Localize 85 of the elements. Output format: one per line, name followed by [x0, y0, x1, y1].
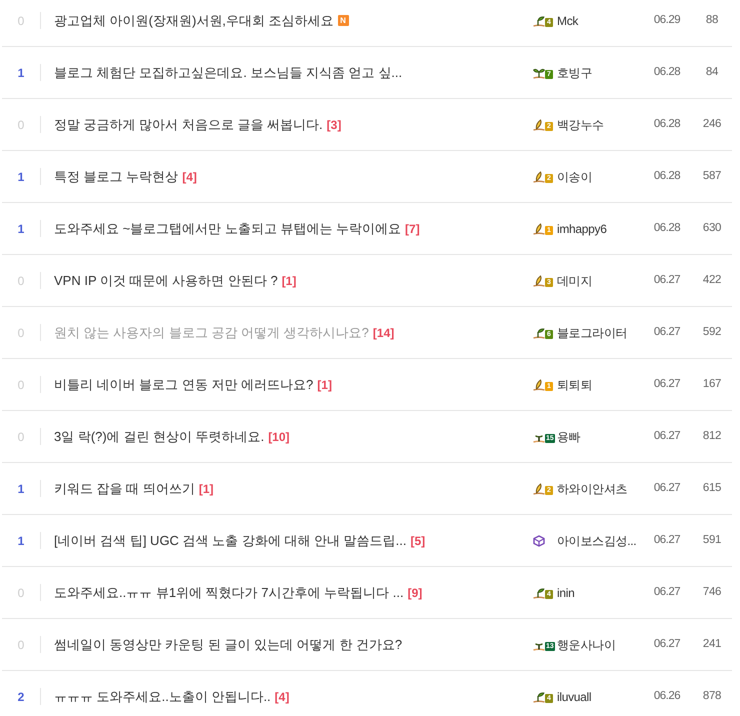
author-name[interactable]: 백강누수: [557, 116, 604, 134]
author-name[interactable]: iluvuall: [557, 688, 592, 706]
post-title[interactable]: ㅠㅠㅠ 도와주세요..노출이 안됩니다..: [54, 686, 271, 706]
author-name[interactable]: 하와이안셔츠: [557, 480, 628, 498]
author-name[interactable]: imhappy6: [557, 220, 607, 238]
post-title[interactable]: VPN IP 이것 때문에 사용하면 안된다 ?: [54, 270, 278, 290]
post-date: 06.27: [654, 324, 680, 340]
view-count: 630: [702, 220, 722, 236]
comment-count[interactable]: [10]: [268, 428, 290, 446]
comment-count[interactable]: [7]: [405, 220, 420, 238]
post-date: 06.29: [654, 12, 680, 28]
seed-icon: [533, 170, 545, 182]
comment-count[interactable]: [5]: [410, 532, 426, 550]
post-title[interactable]: 도와주세요 ~블로그탭에서만 노출되고 뷰탭에는 누락이에요: [54, 218, 402, 238]
post-date: 06.27: [654, 428, 680, 444]
view-count: 615: [702, 480, 722, 496]
post-date: 06.27: [654, 636, 680, 652]
sprout-icon: [533, 66, 545, 78]
like-count: 1: [18, 532, 24, 550]
post-date: 06.27: [654, 532, 680, 548]
author-name[interactable]: 호빙구: [557, 64, 592, 82]
post-title[interactable]: 특정 블로그 누락현상: [54, 166, 178, 186]
post-date: 06.26: [654, 688, 680, 704]
comment-count[interactable]: [1]: [282, 272, 296, 290]
post-date: 06.28: [654, 168, 680, 184]
comment-count[interactable]: [4]: [274, 688, 290, 706]
author-name[interactable]: 이송이: [557, 168, 592, 186]
post-title[interactable]: [네이버 검색 팁] UGC 검색 노출 강화에 대해 안내 말씀드립...: [54, 530, 406, 550]
seed-icon: [533, 482, 545, 494]
author-name[interactable]: 퇴퇴퇴: [557, 376, 592, 394]
post-title[interactable]: 블로그 체험단 모집하고싶은데요. 보스님들 지식좀 얻고 싶...: [54, 62, 402, 82]
seed-icon: [533, 378, 545, 390]
post-date: 06.27: [654, 376, 680, 392]
post-title[interactable]: 도와주세요..ㅠㅠ 뷰1위에 찍혔다가 7시간후에 누락됩니다 ...: [54, 582, 404, 602]
author-name[interactable]: Mck: [557, 12, 578, 30]
post-date: 06.28: [654, 64, 680, 80]
view-count: 746: [702, 584, 722, 600]
post-title[interactable]: 비틀리 네이버 블로그 연동 저만 에러뜨나요?: [54, 374, 314, 394]
view-count: 84: [706, 64, 718, 80]
sprout-icon: [533, 690, 545, 702]
like-count: 2: [18, 688, 24, 706]
post-date: 06.28: [654, 116, 680, 132]
post-date: 06.27: [654, 584, 680, 600]
view-count: 246: [702, 116, 722, 132]
comment-count[interactable]: [3]: [326, 116, 342, 134]
sprout-icon: [533, 14, 545, 26]
view-count: 591: [702, 532, 722, 548]
post-date: 06.27: [654, 480, 680, 496]
comment-count[interactable]: [9]: [408, 584, 422, 602]
post-title[interactable]: 키워드 잡을 때 띄어쓰기: [54, 478, 195, 498]
view-count: 878: [702, 688, 722, 704]
like-count: 1: [18, 168, 24, 186]
like-count: 1: [18, 480, 24, 498]
view-count: 592: [702, 324, 722, 340]
seed-icon: [533, 118, 545, 130]
view-count: 422: [702, 272, 722, 288]
author-name[interactable]: 블로그라이터: [557, 324, 628, 342]
sprout-icon: [533, 326, 545, 338]
post-title[interactable]: 썸네일이 동영상만 카운팅 된 글이 있는데 어떻게 한 건가요?: [54, 634, 402, 654]
comment-count[interactable]: [14]: [372, 324, 394, 342]
like-count: 1: [18, 220, 24, 238]
cube-icon: [533, 534, 545, 546]
post-date: 06.27: [654, 272, 680, 288]
view-count: 241: [702, 636, 722, 652]
author-name[interactable]: inin: [557, 584, 574, 602]
seed-icon: [533, 222, 545, 234]
view-count: 812: [702, 428, 722, 444]
author-name[interactable]: 행운사나이: [557, 636, 616, 654]
view-count: 167: [702, 376, 722, 392]
view-count: 587: [702, 168, 722, 184]
like-count: 1: [18, 64, 24, 82]
sprout-icon: [533, 586, 545, 598]
post-title[interactable]: 광고업체 아이원(장재원)서원,우대회 조심하세요: [54, 10, 334, 30]
comment-count[interactable]: [1]: [198, 480, 214, 498]
comment-count[interactable]: [1]: [317, 376, 332, 394]
post-date: 06.28: [654, 220, 680, 236]
author-name[interactable]: 용빠: [557, 428, 580, 446]
post-title[interactable]: 정말 궁금하게 많아서 처음으로 글을 써봅니다.: [54, 114, 323, 134]
post-title[interactable]: 3일 락(?)에 걸린 현상이 뚜렷하네요.: [54, 426, 264, 446]
view-count: 88: [706, 12, 718, 28]
author-name[interactable]: 데미지: [557, 272, 592, 290]
comment-count[interactable]: [4]: [182, 168, 197, 186]
new-badge: N: [338, 15, 348, 26]
seed-icon: [533, 274, 545, 286]
author-name[interactable]: 아이보스김성...: [557, 532, 636, 550]
